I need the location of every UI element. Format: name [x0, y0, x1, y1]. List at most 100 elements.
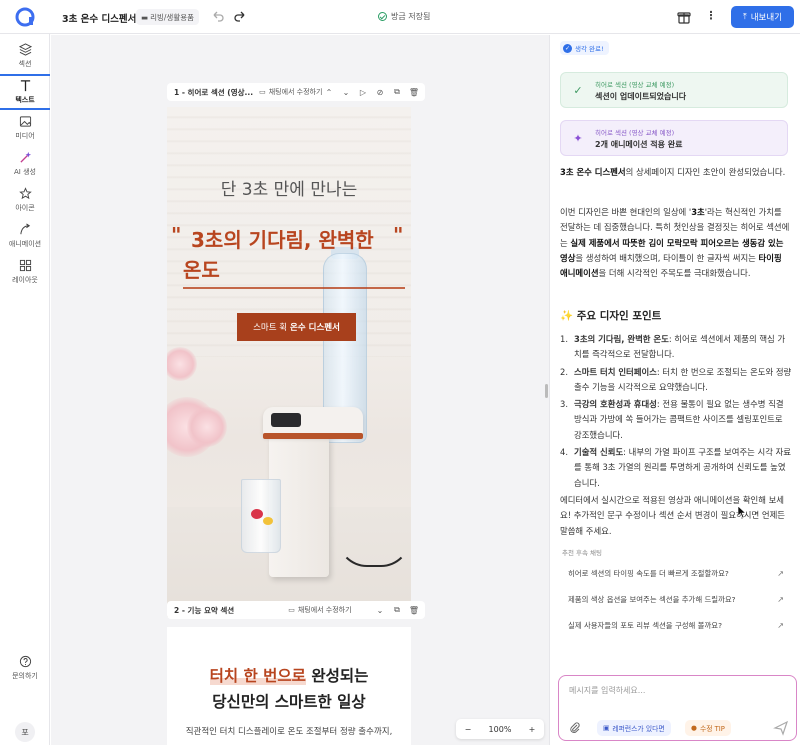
- cta-bold: 온수 디스펜서: [290, 323, 340, 333]
- card-subtitle: 히어로 섹션 (영상 교체 예정): [595, 128, 675, 137]
- suggestions-heading: 추천 후속 채팅: [562, 549, 603, 557]
- chat-edit-link[interactable]: ▭ 채팅에서 수정하기: [259, 87, 322, 97]
- zoom-control: − 100% +: [456, 719, 544, 739]
- chevron-down-icon[interactable]: ⌄: [375, 604, 385, 616]
- sidebar-item-section[interactable]: 섹션: [0, 38, 50, 74]
- animation-card[interactable]: ✦ 히어로 섹션 (영상 교체 예정) 2개 애니메이션 적용 완료: [560, 120, 788, 156]
- section-1-header[interactable]: 1 - 히어로 섹션 (영상... ▭ 채팅에서 수정하기 ⌃ ⌄ ▷ ⊘ ⧉ 🗑: [167, 83, 425, 101]
- point-title: 스마트 터치 인터페이스: [574, 366, 657, 377]
- reference-chip-label: 레퍼런스가 있다면: [612, 725, 665, 733]
- section-title: 2 - 기능 요약 섹션: [174, 605, 235, 615]
- zoom-value[interactable]: 100%: [489, 725, 512, 734]
- sidebar-item-label: 섹션: [18, 60, 32, 68]
- update-card[interactable]: ✓ 히어로 섹션 (영상 교체 예정) 섹션이 업데이트되었습니다: [560, 72, 788, 108]
- copy-icon[interactable]: ⧉: [392, 604, 402, 616]
- play-icon[interactable]: ▷: [358, 86, 368, 98]
- left-sidebar: 섹션 텍스트 미디어 AI 생성 아이콘 애니메이션 레이아웃 문의하기 포: [0, 34, 50, 745]
- save-status-label: 방금 저장됨: [391, 12, 431, 21]
- feature-description[interactable]: 직관적인 터치 디스플레이로 온도 조절부터 정량 출수까지,: [167, 725, 411, 737]
- text-icon: [20, 80, 30, 92]
- image-icon: ▣: [603, 724, 610, 732]
- chat-icon: ▭: [288, 606, 295, 614]
- app-logo-icon[interactable]: [14, 6, 36, 28]
- hero-cta-button[interactable]: 스마트 휙 온수 디스펜서: [237, 313, 356, 341]
- list-item: 4. 기술적 신뢰도: 내부의 가열 파이프 구조를 보여주는 시각 자료를 통해…: [560, 445, 792, 491]
- tip-chip[interactable]: ● 수정 TIP: [685, 720, 731, 736]
- image-icon: [19, 116, 31, 127]
- avatar[interactable]: 포: [15, 722, 35, 742]
- suggestion-item[interactable]: 제품의 색상 옵션을 보여주는 섹션을 추가해 드릴까요? ↗: [568, 591, 788, 607]
- feature-headline[interactable]: 터치 한 번으로 완성되는 당신만의 스마트한 일상: [167, 663, 411, 715]
- redo-icon[interactable]: [232, 9, 248, 25]
- text-run: 이번 디자인은 바쁜 현대인의 일상에 ': [560, 207, 692, 217]
- card-title: 섹션이 업데이트되었습니다: [595, 91, 687, 101]
- sidebar-item-label: 문의하기: [12, 672, 38, 680]
- generation-status-label: 생각 완료!: [575, 45, 604, 53]
- star-icon: [18, 187, 32, 200]
- chat-input-placeholder[interactable]: 메시지를 입력하세요...: [569, 685, 645, 696]
- chat-input-box[interactable]: 메시지를 입력하세요... ▣ 레퍼런스가 있다면 ● 수정 TIP: [558, 675, 797, 741]
- export-button[interactable]: ⤒ 내보내기: [731, 6, 794, 28]
- send-icon[interactable]: [773, 720, 789, 736]
- section-tools: ⌄ ⧉ 🗑: [375, 604, 419, 616]
- hero-headline[interactable]: 3초의 기다림, 완벽한 온도: [183, 225, 403, 285]
- no-animation-icon[interactable]: ⊘: [375, 86, 385, 98]
- headline-highlight: 터치 한 번으로: [209, 667, 306, 685]
- sidebar-item-text[interactable]: 텍스트: [0, 74, 50, 110]
- check-icon: ✓: [573, 83, 583, 97]
- zoom-out-button[interactable]: −: [465, 725, 472, 734]
- feature-summary-section[interactable]: 터치 한 번으로 완성되는 당신만의 스마트한 일상 직관적인 터치 디스플레이…: [167, 627, 411, 745]
- zoom-in-button[interactable]: +: [529, 725, 536, 734]
- paperclip-icon[interactable]: [569, 722, 581, 734]
- section-2-header[interactable]: 2 - 기능 요약 섹션 ▭ 채팅에서 수정하기 ⌄ ⧉ 🗑: [167, 601, 425, 619]
- chat-edit-link[interactable]: ▭ 채팅에서 수정하기: [288, 605, 351, 615]
- sidebar-item-icon[interactable]: 아이콘: [0, 182, 50, 218]
- list-number: 2.: [560, 366, 568, 377]
- reference-chip[interactable]: ▣ 레퍼런스가 있다면: [597, 720, 671, 736]
- chevron-up-icon[interactable]: ⌃: [324, 86, 334, 98]
- gift-icon[interactable]: [676, 9, 692, 25]
- undo-icon[interactable]: [210, 9, 226, 25]
- sidebar-item-help[interactable]: 문의하기: [0, 650, 50, 686]
- more-menu-icon[interactable]: ⋮: [704, 9, 718, 25]
- hero-subtitle[interactable]: 단 3초 만에 만나는: [167, 175, 411, 200]
- sidebar-item-media[interactable]: 미디어: [0, 110, 50, 146]
- list-number: 4.: [560, 447, 568, 458]
- list-item: 1. 3초의 기다림, 완벽한 온도: 히어로 섹션에서 제품의 핵심 가치를 즉…: [560, 332, 792, 363]
- magic-wand-icon: [19, 151, 31, 163]
- design-points-heading: ✨ 주요 디자인 포인트: [560, 310, 662, 322]
- point-title: 기술적 신뢰도: [574, 447, 624, 458]
- help-circle-icon: [19, 655, 31, 668]
- chat-edit-label: 채팅에서 수정하기: [268, 88, 323, 96]
- document-title[interactable]: 3초 온수 디스펜서: [62, 11, 136, 25]
- underline-divider: [183, 287, 405, 289]
- generation-status: ✓ 생각 완료!: [560, 41, 609, 55]
- arrow-up-right-icon: ↗: [777, 568, 784, 578]
- category-chip[interactable]: ▬ 리빙/생활용품: [136, 9, 200, 25]
- suggestion-label: 제품의 색상 옵션을 보여주는 섹션을 추가해 드릴까요?: [568, 594, 736, 604]
- trash-icon[interactable]: 🗑: [409, 604, 419, 616]
- sparkle-icon: ✦: [573, 131, 583, 145]
- copy-icon[interactable]: ⧉: [392, 86, 402, 98]
- list-number: 1.: [560, 334, 568, 344]
- trash-icon[interactable]: 🗑: [409, 86, 419, 98]
- sidebar-item-ai[interactable]: AI 생성: [0, 146, 50, 182]
- hero-section[interactable]: 단 3초 만에 만나는 " " 3초의 기다림, 완벽한 온도 스마트 휙 온수…: [167, 107, 411, 617]
- panel-resize-handle[interactable]: [545, 384, 548, 398]
- suggestion-item[interactable]: 실제 사용자들의 포토 리뷰 섹션을 구성해 볼까요? ↗: [568, 617, 788, 633]
- check-icon: ✓: [563, 43, 572, 53]
- assistant-message-body: 이번 디자인은 바쁜 현대인의 일상에 '3초'라는 혁신적인 가치를 전달하는…: [560, 205, 792, 281]
- sidebar-item-animation[interactable]: 애니메이션: [0, 218, 50, 254]
- design-points-list: 1. 3초의 기다림, 완벽한 온도: 히어로 섹션에서 제품의 핵심 가치를 즉…: [560, 332, 792, 493]
- card-title: 2개 애니메이션 적용 완료: [595, 139, 683, 149]
- headline-line2: 당신만의 스마트한 일상: [212, 693, 366, 711]
- chat-icon: ▭: [259, 88, 266, 96]
- suggestion-item[interactable]: 히어로 섹션의 타이핑 속도를 더 빠르게 조절할까요? ↗: [568, 565, 788, 581]
- text-run: 을 더해 시각적인 주목도를 극대화했습니다.: [598, 268, 751, 279]
- dispenser-ring: [263, 433, 363, 439]
- chat-panel: ✓ 생각 완료! ✓ 히어로 섹션 (영상 교체 예정) 섹션이 업데이트되었습…: [549, 35, 800, 745]
- sidebar-item-label: AI 생성: [14, 168, 36, 176]
- chevron-down-icon[interactable]: ⌄: [341, 86, 351, 98]
- sidebar-item-layout[interactable]: 레이아웃: [0, 254, 50, 290]
- point-title: 극강의 호환성과 휴대성: [574, 399, 657, 410]
